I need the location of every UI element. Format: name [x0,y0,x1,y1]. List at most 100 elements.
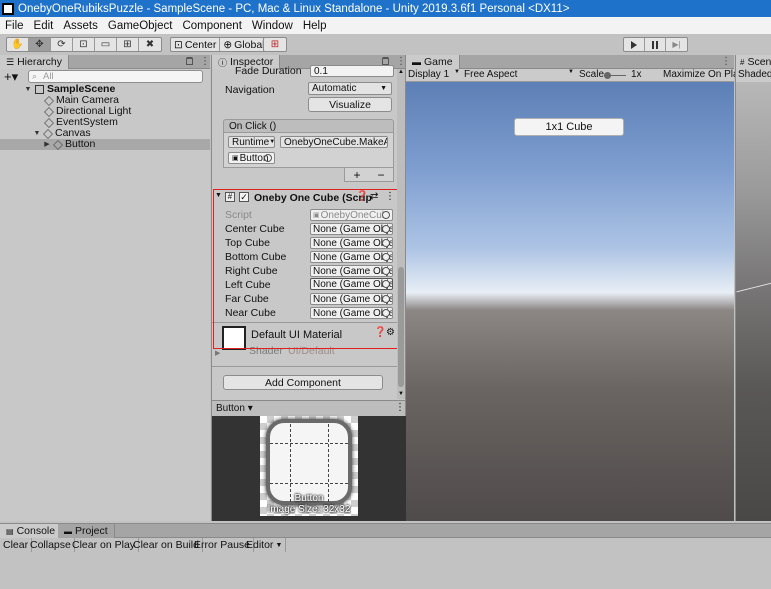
scale-tool-icon[interactable]: ⊡ [73,38,95,51]
slice-guide [290,424,291,502]
tab-console[interactable]: ▤ Console [0,524,63,538]
tree-item-button[interactable]: ▶ Button [0,139,210,150]
lock-icon[interactable] [186,57,193,65]
chevron-down-icon: ▼ [269,139,275,145]
folder-icon: ▬ [64,526,72,536]
preview-area: Button Image Size: 32x32 [212,416,407,521]
kebab-menu-icon[interactable]: ⋮ [395,402,405,413]
cube-icon [44,95,54,106]
rotate-tool-icon[interactable]: ⟳ [51,38,73,51]
divider [212,366,405,367]
menu-component[interactable]: Component [177,20,246,32]
editor-dropdown[interactable]: Editor ▼ [243,538,287,552]
menu-gameobject[interactable]: GameObject [103,20,178,32]
step-button[interactable]: ▶| [666,38,687,51]
project-tab-label: Project [75,525,108,537]
console-panel: ▤ Console ▬ Project Clear Collapse Clear… [0,523,771,589]
kebab-menu-icon[interactable]: ⋮ [396,56,406,67]
move-tool-icon[interactable]: ✥ [29,38,51,51]
rect-tool-icon[interactable]: ▭ [95,38,117,51]
menu-file[interactable]: File [0,20,29,32]
clear-on-play-button[interactable]: Clear on Play [69,538,140,552]
scale-slider[interactable] [604,72,626,79]
scroll-up-icon[interactable]: ▲ [398,69,404,75]
fade-duration-field[interactable]: 0.1 [310,65,394,77]
console-tab-label: Console [16,525,56,537]
slider-thumb[interactable] [604,72,611,79]
pivot-center-toggle[interactable]: ⊡ Center [171,38,221,51]
search-placeholder: All [43,71,54,82]
add-event-button[interactable]: + [353,168,360,182]
create-dropdown-button[interactable]: +▾ [4,69,18,85]
object-picker-icon[interactable] [264,154,272,162]
collapse-button[interactable]: Collapse [27,538,75,552]
scene-canvas[interactable] [736,82,771,521]
menu-window[interactable]: Window [247,20,298,32]
cube-button[interactable]: 1x1 Cube [514,118,624,136]
menu-help[interactable]: Help [298,20,332,32]
collapsed-arrow-icon[interactable]: ▶ [43,139,51,150]
preview-header: Button ▾ ⋮ [212,400,405,416]
shading-mode-dropdown[interactable]: Shaded [736,69,771,82]
hand-tool-icon[interactable]: ✋ [7,38,29,51]
target-object-field[interactable]: ▣ Button [228,152,275,164]
custom-tool-icon[interactable]: ✖ [139,38,161,51]
search-input[interactable]: ⌕ All [28,70,203,83]
preview-size: Image Size: 32x32 [267,504,351,515]
highlight-box [213,189,403,349]
main-toolbar: ✋ ✥ ⟳ ⊡ ▭ ⊞ ✖ ⊡ Center ⊕ Global ⊞ ▶| [0,34,771,55]
search-icon: ⌕ [32,71,38,81]
grid-snap-icon[interactable]: ⊞ [264,38,286,51]
remove-event-button[interactable]: − [377,168,384,182]
tree-item-canvas[interactable]: ▼ Canvas [0,128,210,139]
tab-hierarchy[interactable]: ☰ Hierarchy [0,55,70,69]
game-view-panel: ▬ Game ⋮ Display 1 ▼ Free Aspect ▼ Scale 1… [406,55,744,521]
tab-scene[interactable]: # Scen [736,55,771,69]
scrollbar-thumb[interactable] [398,267,404,387]
unity-scene-icon [35,85,44,94]
add-component-button[interactable]: Add Component [223,375,383,390]
slice-guide [328,424,329,502]
onclick-label: On Click () [229,121,277,132]
gamepad-icon: ▬ [412,57,421,67]
method-dropdown[interactable]: OnebyOneCube.MakeA ▼ [280,136,388,148]
aspect-dropdown[interactable]: Free Aspect ▼ [464,69,574,82]
inspector-panel: ⓘ Inspector ⋮ Fade Duration 0.1 Navigati… [211,55,407,521]
play-button[interactable] [624,38,645,51]
navigation-dropdown[interactable]: Automatic ▼ [308,82,392,95]
expand-arrow-icon[interactable]: ▼ [24,84,32,95]
step-icon: ▶| [672,40,681,49]
display-dropdown[interactable]: Display 1 ▼ [408,69,460,82]
pivot-label: Center [184,38,217,51]
inspector-scrollbar[interactable]: ▲ ▼ [397,69,405,399]
scene-tab-label: Scen [747,56,771,68]
foldout-arrow-icon[interactable]: ▶ [215,349,220,357]
preview-target-label: Button [216,403,245,414]
menu-edit[interactable]: Edit [29,20,59,32]
tab-project[interactable]: ▬ Project [58,524,115,538]
scale-label: Scale [579,69,605,80]
pause-button[interactable] [645,38,666,51]
hierarchy-icon: ☰ [6,56,15,67]
menu-assets[interactable]: Assets [58,20,103,32]
runtime-dropdown[interactable]: Runtime ▼ [228,136,275,148]
pause-icon [652,40,658,49]
lock-icon[interactable] [382,57,389,65]
game-tabbar: ▬ Game ⋮ [406,55,734,69]
tree-item-eventsystem[interactable]: EventSystem [0,117,210,128]
tab-game[interactable]: ▬ Game [406,55,460,69]
transform-tool-icon[interactable]: ⊞ [117,38,139,51]
transform-tools: ✋ ✥ ⟳ ⊡ ▭ ⊞ ✖ [6,37,162,52]
kebab-menu-icon[interactable]: ⋮ [721,56,731,67]
expand-arrow-icon[interactable]: ▼ [33,128,41,139]
kebab-menu-icon[interactable]: ⋮ [200,56,210,67]
preview-target-dropdown[interactable]: Button ▾ [216,403,253,414]
scroll-down-icon[interactable]: ▼ [398,391,404,397]
game-canvas[interactable]: 1x1 Cube [406,82,734,521]
pivot-space-toggle[interactable]: ⊕ Global [220,38,267,51]
space-label: Global [234,38,265,51]
info-icon: ⓘ [218,57,228,68]
maximize-on-play-toggle[interactable]: Maximize On Play [663,69,744,80]
visualize-button[interactable]: Visualize [308,97,392,112]
preview-caption: Button [294,493,324,504]
